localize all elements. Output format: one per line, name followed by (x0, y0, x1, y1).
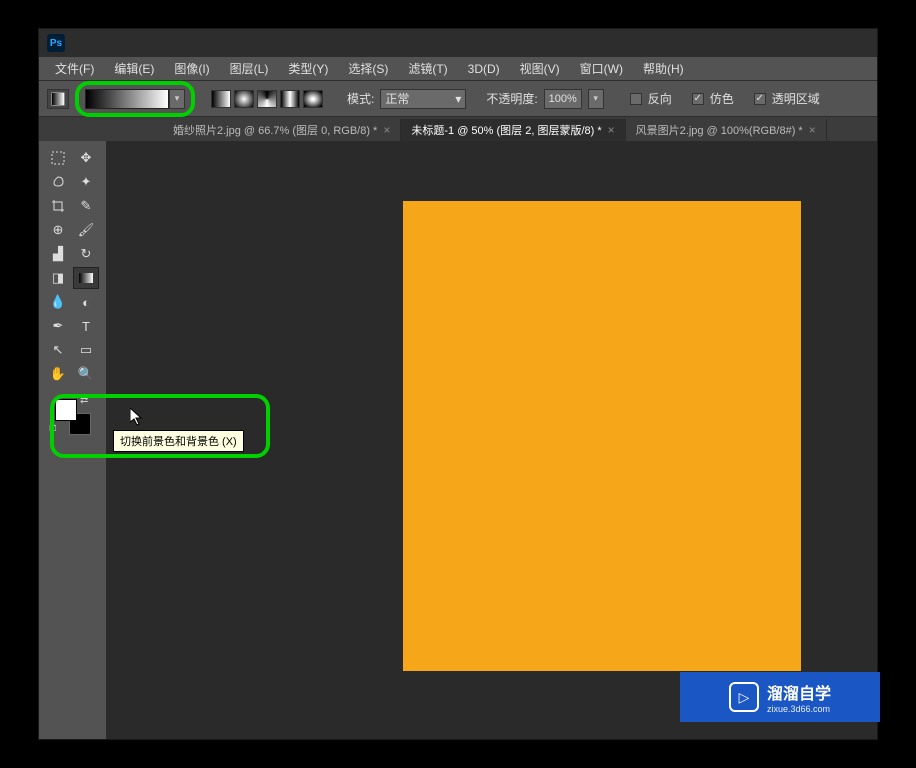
menu-file[interactable]: 文件(F) (45, 60, 104, 77)
photoshop-window: Ps 文件(F) 编辑(E) 图像(I) 图层(L) 类型(Y) 选择(S) 滤… (38, 28, 878, 740)
menu-filter[interactable]: 滤镜(T) (398, 60, 457, 77)
gradient-angle-icon[interactable] (257, 90, 277, 108)
menu-3d[interactable]: 3D(D) (458, 62, 510, 76)
gradient-radial-icon[interactable] (234, 90, 254, 108)
watermark-play-icon: ▷ (729, 682, 759, 712)
gradient-linear-icon[interactable] (211, 90, 231, 108)
menubar: 文件(F) 编辑(E) 图像(I) 图层(L) 类型(Y) 选择(S) 滤镜(T… (39, 57, 877, 81)
eraser-tool[interactable]: ◨ (45, 267, 71, 289)
history-brush-tool[interactable]: ↻ (73, 243, 99, 265)
color-swatches: ⇄ ◩ (45, 391, 101, 451)
menu-select[interactable]: 选择(S) (338, 60, 398, 77)
type-tool[interactable]: T (73, 315, 99, 337)
lasso-tool[interactable] (45, 171, 71, 193)
watermark: ▷ 溜溜自学 zixue.3d66.com (680, 672, 880, 722)
app-logo: Ps (47, 34, 65, 52)
menu-layer[interactable]: 图层(L) (220, 60, 279, 77)
crop-tool[interactable] (45, 195, 71, 217)
eyedropper-tool[interactable]: ✎ (73, 195, 99, 217)
document-tabs: 婚纱照片2.jpg @ 66.7% (图层 0, RGB/8) * × 未标题-… (39, 117, 877, 141)
tab-doc-3[interactable]: 风景图片2.jpg @ 100%(RGB/8#) * × (626, 119, 827, 141)
brush-tool[interactable]: 🖌 (73, 219, 99, 241)
move-tool[interactable]: ✥ (73, 147, 99, 169)
default-colors-icon[interactable]: ◩ (49, 423, 59, 433)
screenmode-button[interactable] (73, 457, 99, 477)
menu-edit[interactable]: 编辑(E) (104, 60, 164, 77)
wand-tool[interactable]: ✦ (73, 171, 99, 193)
dither-label: 仿色 (710, 90, 734, 107)
toolbox: ✥ ✦ ✎ ⊕ 🖌 ▟ ↻ ◨ 💧 (39, 141, 107, 739)
menu-type[interactable]: 类型(Y) (278, 60, 338, 77)
watermark-subtitle: zixue.3d66.com (767, 704, 831, 714)
reverse-checkbox[interactable] (630, 93, 642, 105)
gradient-diamond-icon[interactable] (303, 90, 323, 108)
close-icon[interactable]: × (383, 123, 390, 137)
tab-label: 风景图片2.jpg @ 100%(RGB/8#) * (636, 122, 803, 138)
reverse-label: 反向 (648, 90, 672, 107)
titlebar: Ps (39, 29, 877, 57)
gradient-preview[interactable] (85, 89, 169, 109)
path-select-tool[interactable]: ↖ (45, 339, 71, 361)
tab-label: 婚纱照片2.jpg @ 66.7% (图层 0, RGB/8) * (173, 122, 377, 138)
opacity-label: 不透明度: (486, 90, 537, 107)
close-icon[interactable]: × (608, 123, 615, 137)
gradient-type-group (211, 90, 323, 108)
gradient-reflected-icon[interactable] (280, 90, 300, 108)
tool-preset-icon[interactable] (47, 89, 69, 109)
mode-select[interactable]: 正常 ▾ (380, 89, 466, 109)
transparent-checkbox[interactable] (754, 93, 766, 105)
blur-tool[interactable]: 💧 (45, 291, 71, 313)
tooltip-swap-colors: 切换前景色和背景色 (X) (113, 430, 244, 452)
gradient-tool[interactable] (73, 267, 99, 289)
transparent-label: 透明区域 (772, 90, 820, 107)
gradient-picker-highlight: ▾ (75, 81, 195, 117)
pen-tool[interactable]: ✒ (45, 315, 71, 337)
tab-doc-1[interactable]: 婚纱照片2.jpg @ 66.7% (图层 0, RGB/8) * × (163, 119, 401, 141)
dither-checkbox[interactable] (692, 93, 704, 105)
hand-tool[interactable]: ✋ (45, 363, 71, 385)
mode-label: 模式: (347, 90, 374, 107)
stamp-tool[interactable]: ▟ (45, 243, 71, 265)
zoom-tool[interactable]: 🔍 (73, 363, 99, 385)
foreground-color-swatch[interactable] (55, 399, 77, 421)
menu-image[interactable]: 图像(I) (164, 60, 219, 77)
menu-help[interactable]: 帮助(H) (633, 60, 694, 77)
quickmask-button[interactable] (45, 457, 71, 477)
menu-window[interactable]: 窗口(W) (570, 60, 633, 77)
watermark-title: 溜溜自学 (767, 680, 831, 704)
opacity-dropdown[interactable]: ▾ (588, 89, 604, 109)
close-icon[interactable]: × (809, 123, 816, 137)
swap-colors-icon[interactable]: ⇄ (80, 395, 88, 406)
chevron-down-icon: ▾ (455, 92, 461, 106)
gradient-dropdown[interactable]: ▾ (169, 89, 185, 109)
canvas-document[interactable] (403, 201, 801, 671)
marquee-tool[interactable] (45, 147, 71, 169)
menu-view[interactable]: 视图(V) (510, 60, 570, 77)
opacity-input[interactable]: 100% (544, 89, 582, 109)
options-bar: ▾ 模式: 正常 ▾ 不透明度: 100% ▾ 反向 仿色 透明区域 (39, 81, 877, 117)
tab-label: 未标题-1 @ 50% (图层 2, 图层蒙版/8) * (411, 122, 601, 138)
dodge-tool[interactable]: ◐ (73, 291, 99, 313)
healing-tool[interactable]: ⊕ (45, 219, 71, 241)
shape-tool[interactable]: ▭ (73, 339, 99, 361)
tab-doc-2[interactable]: 未标题-1 @ 50% (图层 2, 图层蒙版/8) * × (401, 119, 625, 141)
mode-value: 正常 (385, 90, 409, 107)
